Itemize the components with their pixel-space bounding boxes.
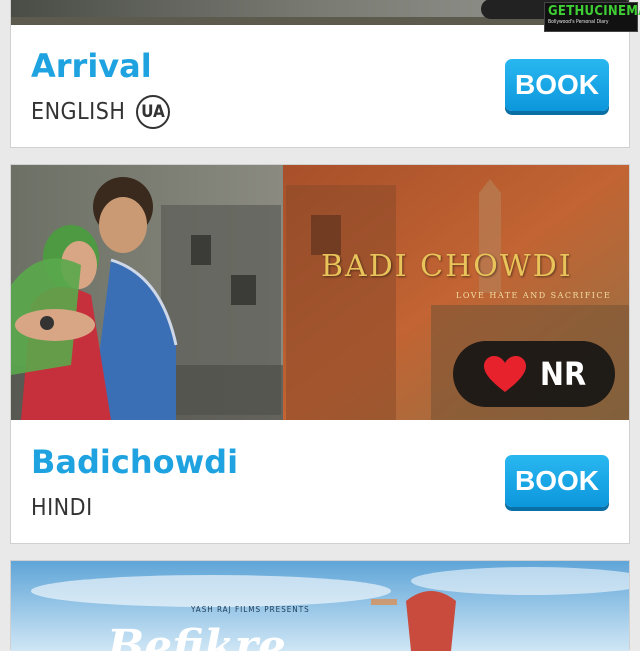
movie-card-badichowdi[interactable]: BADI CHOWDI LOVE HATE AND SACRIFICE NR B… (10, 164, 630, 544)
movie-poster-arrival[interactable] (11, 0, 629, 25)
movie-language: HINDI (31, 495, 93, 521)
book-button[interactable]: BOOK (505, 59, 609, 111)
arrival-poster-image (11, 0, 629, 25)
watermark-logo: GETHUCINEMA Bollywood's Personal Diary (544, 2, 640, 32)
certificate-badge: UA (136, 95, 170, 129)
book-button[interactable]: BOOK (505, 455, 609, 507)
movie-poster-badichowdi[interactable]: BADI CHOWDI LOVE HATE AND SACRIFICE NR (11, 165, 629, 420)
poster-title: Befikre (107, 621, 286, 651)
watermark-brand: GETHUCINEMA (548, 4, 640, 19)
movie-title[interactable]: Badichowdi (31, 443, 238, 481)
watermark-tagline: Bollywood's Personal Diary (548, 19, 609, 25)
movie-title[interactable]: Arrival (31, 47, 152, 85)
poster-banner-text: YASH RAJ FILMS PRESENTS (191, 605, 310, 614)
movie-poster-3[interactable]: YASH RAJ FILMS PRESENTS Befikre (11, 561, 629, 651)
movie-card-3[interactable]: YASH RAJ FILMS PRESENTS Befikre (10, 560, 630, 651)
movie-language: ENGLISH (31, 99, 126, 125)
heart-icon (483, 356, 526, 392)
movie-card-arrival[interactable]: Arrival ENGLISH UA BOOK (10, 0, 630, 148)
rating-label: NR (539, 355, 587, 393)
poster-3-image (11, 561, 629, 651)
poster-tagline: LOVE HATE AND SACRIFICE (456, 291, 612, 300)
rating-badge[interactable]: NR (453, 341, 615, 407)
poster-title: BADI CHOWDI (321, 249, 573, 284)
